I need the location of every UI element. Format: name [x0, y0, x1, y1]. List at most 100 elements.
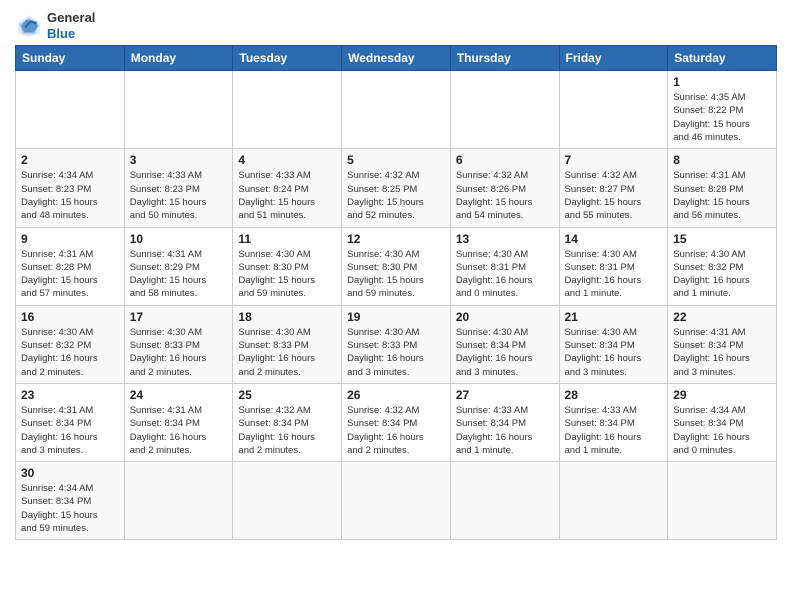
day-number: 11: [238, 232, 336, 246]
day-number: 2: [21, 153, 119, 167]
calendar-cell: 15Sunrise: 4:30 AM Sunset: 8:32 PM Dayli…: [668, 227, 777, 305]
calendar-cell: [16, 71, 125, 149]
day-info: Sunrise: 4:30 AM Sunset: 8:33 PM Dayligh…: [347, 326, 445, 379]
calendar-cell: 27 Sunrise: 4:33 AM Sunset: 8:34 PM Dayli…: [450, 383, 559, 461]
day-number: 22: [673, 310, 771, 324]
calendar-cell: [450, 462, 559, 540]
logo-text: General Blue: [47, 10, 95, 41]
day-info: Sunrise: 4:30 AM Sunset: 8:30 PM Dayligh…: [347, 248, 445, 301]
day-number: 7: [565, 153, 663, 167]
calendar-body: 1Sunrise: 4:35 AM Sunset: 8:22 PM Daylig…: [16, 71, 777, 540]
calendar-cell: [124, 71, 233, 149]
day-info: Sunrise: 4:32 AM Sunset: 8:27 PM Dayligh…: [565, 169, 663, 222]
day-info: Sunrise: 4:32 AM Sunset: 8:26 PM Dayligh…: [456, 169, 554, 222]
calendar-cell: 7 Sunrise: 4:32 AM Sunset: 8:27 PM Daylig…: [559, 149, 668, 227]
calendar-cell: 29Sunrise: 4:34 AM Sunset: 8:34 PM Dayli…: [668, 383, 777, 461]
calendar-cell: [668, 462, 777, 540]
day-number: 23: [21, 388, 119, 402]
day-info: Sunrise: 4:30 AM Sunset: 8:32 PM Dayligh…: [673, 248, 771, 301]
calendar-cell: 25 Sunrise: 4:32 AM Sunset: 8:34 PM Dayli…: [233, 383, 342, 461]
day-info: Sunrise: 4:34 AM Sunset: 8:34 PM Dayligh…: [21, 482, 119, 535]
generalblue-logo-icon: [15, 12, 43, 40]
calendar-cell: 21 Sunrise: 4:30 AM Sunset: 8:34 PM Dayli…: [559, 305, 668, 383]
weekday-header: Thursday: [450, 46, 559, 71]
calendar-cell: 3 Sunrise: 4:33 AM Sunset: 8:23 PM Daylig…: [124, 149, 233, 227]
day-info: Sunrise: 4:30 AM Sunset: 8:31 PM Dayligh…: [456, 248, 554, 301]
day-number: 10: [130, 232, 228, 246]
day-number: 21: [565, 310, 663, 324]
day-info: Sunrise: 4:33 AM Sunset: 8:34 PM Dayligh…: [565, 404, 663, 457]
day-number: 12: [347, 232, 445, 246]
day-info: Sunrise: 4:33 AM Sunset: 8:24 PM Dayligh…: [238, 169, 336, 222]
day-number: 25: [238, 388, 336, 402]
calendar-cell: [450, 71, 559, 149]
day-info: Sunrise: 4:35 AM Sunset: 8:22 PM Dayligh…: [673, 91, 771, 144]
calendar-cell: 8 Sunrise: 4:31 AM Sunset: 8:28 PM Daylig…: [668, 149, 777, 227]
day-number: 5: [347, 153, 445, 167]
day-number: 6: [456, 153, 554, 167]
day-number: 30: [21, 466, 119, 480]
calendar-cell: 20 Sunrise: 4:30 AM Sunset: 8:34 PM Dayli…: [450, 305, 559, 383]
calendar-cell: 22Sunrise: 4:31 AM Sunset: 8:34 PM Dayli…: [668, 305, 777, 383]
day-info: Sunrise: 4:30 AM Sunset: 8:33 PM Dayligh…: [130, 326, 228, 379]
calendar-cell: 24 Sunrise: 4:31 AM Sunset: 8:34 PM Dayli…: [124, 383, 233, 461]
calendar-cell: 6 Sunrise: 4:32 AM Sunset: 8:26 PM Daylig…: [450, 149, 559, 227]
day-info: Sunrise: 4:30 AM Sunset: 8:34 PM Dayligh…: [565, 326, 663, 379]
weekday-header: Friday: [559, 46, 668, 71]
day-number: 13: [456, 232, 554, 246]
day-info: Sunrise: 4:33 AM Sunset: 8:34 PM Dayligh…: [456, 404, 554, 457]
day-number: 4: [238, 153, 336, 167]
day-info: Sunrise: 4:31 AM Sunset: 8:34 PM Dayligh…: [130, 404, 228, 457]
day-number: 8: [673, 153, 771, 167]
calendar-cell: 9Sunrise: 4:31 AM Sunset: 8:28 PM Daylig…: [16, 227, 125, 305]
day-info: Sunrise: 4:30 AM Sunset: 8:31 PM Dayligh…: [565, 248, 663, 301]
calendar-cell: [233, 462, 342, 540]
day-number: 24: [130, 388, 228, 402]
weekday-header: Sunday: [16, 46, 125, 71]
day-info: Sunrise: 4:30 AM Sunset: 8:33 PM Dayligh…: [238, 326, 336, 379]
day-info: Sunrise: 4:30 AM Sunset: 8:32 PM Dayligh…: [21, 326, 119, 379]
calendar-cell: [559, 71, 668, 149]
day-number: 27: [456, 388, 554, 402]
day-number: 14: [565, 232, 663, 246]
calendar-cell: 28 Sunrise: 4:33 AM Sunset: 8:34 PM Dayli…: [559, 383, 668, 461]
day-info: Sunrise: 4:30 AM Sunset: 8:34 PM Dayligh…: [456, 326, 554, 379]
day-info: Sunrise: 4:33 AM Sunset: 8:23 PM Dayligh…: [130, 169, 228, 222]
calendar-cell: [559, 462, 668, 540]
weekday-header: Saturday: [668, 46, 777, 71]
calendar-cell: 2 Sunrise: 4:34 AM Sunset: 8:23 PM Daylig…: [16, 149, 125, 227]
calendar-cell: [124, 462, 233, 540]
calendar-cell: 13 Sunrise: 4:30 AM Sunset: 8:31 PM Dayli…: [450, 227, 559, 305]
weekday-header: Tuesday: [233, 46, 342, 71]
day-info: Sunrise: 4:32 AM Sunset: 8:34 PM Dayligh…: [238, 404, 336, 457]
day-number: 20: [456, 310, 554, 324]
calendar-cell: [342, 71, 451, 149]
day-number: 18: [238, 310, 336, 324]
calendar-cell: [342, 462, 451, 540]
calendar-cell: 16 Sunrise: 4:30 AM Sunset: 8:32 PM Dayli…: [16, 305, 125, 383]
day-number: 17: [130, 310, 228, 324]
calendar-cell: 10 Sunrise: 4:31 AM Sunset: 8:29 PM Dayli…: [124, 227, 233, 305]
calendar-cell: 23Sunrise: 4:31 AM Sunset: 8:34 PM Dayli…: [16, 383, 125, 461]
logo: General Blue: [15, 10, 95, 41]
day-number: 16: [21, 310, 119, 324]
calendar-header: SundayMondayTuesdayWednesdayThursdayFrid…: [16, 46, 777, 71]
day-info: Sunrise: 4:30 AM Sunset: 8:30 PM Dayligh…: [238, 248, 336, 301]
weekday-header: Monday: [124, 46, 233, 71]
calendar-cell: [233, 71, 342, 149]
day-info: Sunrise: 4:31 AM Sunset: 8:29 PM Dayligh…: [130, 248, 228, 301]
day-number: 19: [347, 310, 445, 324]
day-number: 26: [347, 388, 445, 402]
day-number: 3: [130, 153, 228, 167]
calendar-cell: 26Sunrise: 4:32 AM Sunset: 8:34 PM Dayli…: [342, 383, 451, 461]
day-number: 9: [21, 232, 119, 246]
day-info: Sunrise: 4:31 AM Sunset: 8:28 PM Dayligh…: [673, 169, 771, 222]
calendar-cell: 30 Sunrise: 4:34 AM Sunset: 8:34 PM Dayli…: [16, 462, 125, 540]
calendar-cell: 14 Sunrise: 4:30 AM Sunset: 8:31 PM Dayli…: [559, 227, 668, 305]
day-number: 29: [673, 388, 771, 402]
weekday-header: Wednesday: [342, 46, 451, 71]
day-info: Sunrise: 4:34 AM Sunset: 8:23 PM Dayligh…: [21, 169, 119, 222]
calendar-cell: 11 Sunrise: 4:30 AM Sunset: 8:30 PM Dayli…: [233, 227, 342, 305]
calendar-table: SundayMondayTuesdayWednesdayThursdayFrid…: [15, 45, 777, 540]
day-number: 28: [565, 388, 663, 402]
